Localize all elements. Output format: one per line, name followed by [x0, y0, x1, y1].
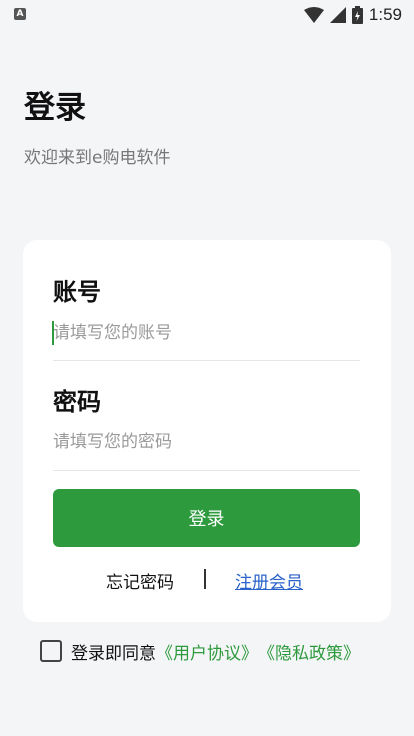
password-label: 密码 — [53, 388, 101, 416]
password-input[interactable] — [53, 425, 360, 459]
signal-icon — [329, 7, 346, 23]
agreement-row: 登录即同意 《用户协议》 《隐私政策》 — [40, 639, 360, 664]
link-separator — [204, 569, 206, 589]
battery-icon — [351, 6, 363, 24]
status-icons: 1:59 — [303, 4, 402, 26]
app-notification-icon: A — [14, 8, 26, 20]
forgot-password-link[interactable]: 忘记密码 — [106, 568, 174, 593]
account-label: 账号 — [53, 278, 101, 306]
account-input[interactable] — [53, 316, 360, 350]
agreement-text: 登录即同意 — [71, 643, 156, 664]
auth-links: 忘记密码 注册会员 — [23, 568, 391, 594]
status-bar: A 1:59 — [0, 0, 414, 30]
wifi-icon — [303, 7, 324, 23]
clock: 1:59 — [368, 5, 402, 24]
register-link[interactable]: 注册会员 — [235, 568, 303, 593]
text-cursor — [52, 321, 54, 345]
login-button[interactable]: 登录 — [53, 489, 360, 547]
page-title: 登录 — [24, 90, 86, 126]
account-divider — [53, 360, 360, 361]
privacy-policy-link[interactable]: 《隐私政策》 — [258, 639, 360, 664]
password-divider — [53, 470, 360, 471]
agreement-checkbox[interactable] — [40, 640, 62, 662]
welcome-subtitle: 欢迎来到e购电软件 — [24, 148, 171, 168]
login-card: 账号 密码 登录 忘记密码 注册会员 — [23, 240, 391, 622]
user-agreement-link[interactable]: 《用户协议》 — [156, 639, 258, 664]
